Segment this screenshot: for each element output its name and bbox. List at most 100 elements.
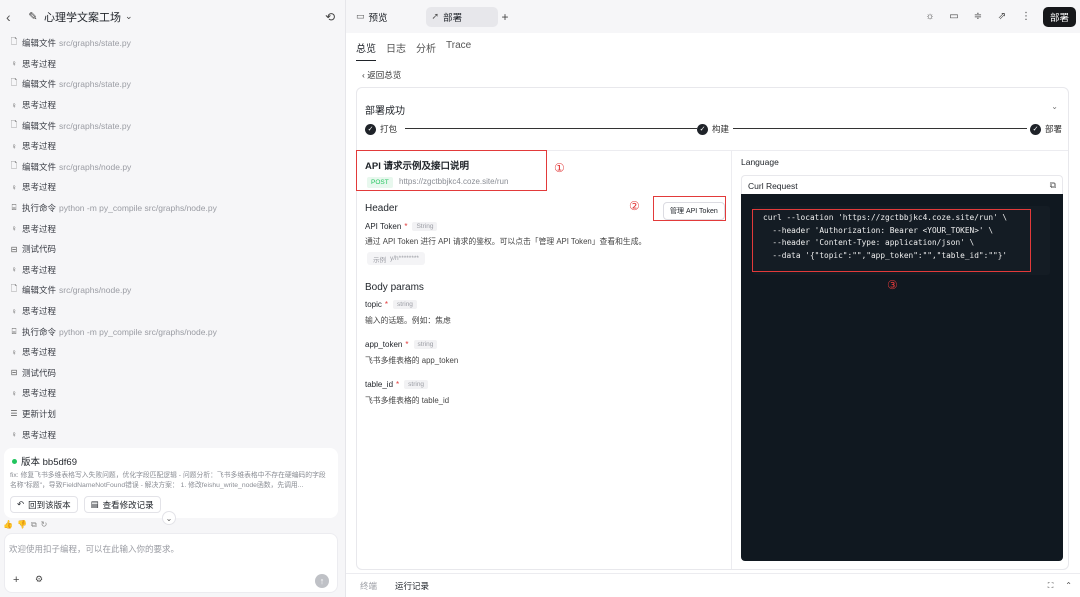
bulb-icon: ♀ [11,141,17,151]
step-path: src/graphs/node.py [59,285,132,296]
param-topic: topic * string [365,300,417,309]
chevron-left-icon[interactable]: ‹ [6,9,20,25]
step-path: python -m py_compile src/graphs/node.py [59,203,217,214]
sliders-icon[interactable]: ≑ [971,11,985,22]
settings-icon[interactable]: ⚙ [35,574,43,585]
tab-trace[interactable]: Trace [446,40,471,61]
step-item[interactable]: ♀ 思考过程 [0,383,346,404]
collapse-icon[interactable]: ⌄ [1051,102,1058,111]
step-item[interactable]: ♀ 思考过程 [0,54,346,75]
tab-terminal[interactable]: 终端 [360,580,377,592]
file-icon: 🗋 [10,37,18,47]
chat-input[interactable]: 欢迎使用扣子编程，可以在此输入你的要求。 + ⚙ ↑ [4,533,338,593]
code-block: curl --location 'https://zgctbbjkc4.coze… [741,194,1063,561]
header-section-title: Header [365,203,398,214]
copy-icon[interactable]: ⧉ [31,520,37,530]
step-label: 测试代码 [22,367,57,378]
step-item[interactable]: ♀ 思考过程 [0,218,346,239]
more-icon[interactable]: ⋮ [1019,11,1033,22]
step-item[interactable]: ♀ 思考过程 [0,95,346,116]
version-title: 版本 bb5df69 [21,457,77,468]
step-label: 编辑文件 [22,120,57,131]
add-icon[interactable]: + [13,574,19,586]
folder-icon[interactable]: ▭ [947,11,961,22]
thumbs-up-icon[interactable]: 👍 [3,520,13,530]
step-item[interactable]: 🗋 编辑文件 src/graphs/node.py [0,157,346,178]
step-item[interactable]: ♀ 思考过程 [0,260,346,281]
step-label: 思考过程 [22,182,57,193]
bulb-icon: ♀ [11,388,17,398]
back-to-overview-link[interactable]: ‹ 返回总览 [362,69,401,81]
step-item[interactable]: ♀ 思考过程 [0,342,346,363]
param-type: string [404,380,429,389]
add-tab-icon[interactable]: + [502,10,509,24]
bulb-icon: ♀ [11,306,17,316]
step-item[interactable]: ⊟ 测试代码 [0,239,346,260]
tab-preview[interactable]: ▭ 预览 [350,7,394,27]
tab-run-records[interactable]: 运行记录 [395,580,429,592]
annotation-box-2 [653,196,726,221]
thumbs-down-icon[interactable]: 👎 [17,520,27,530]
step-item[interactable]: 🗋 编辑文件 src/graphs/state.py [0,33,346,54]
step-item[interactable]: 🗋 编辑文件 src/graphs/state.py [0,74,346,95]
rocket-icon: ➚ [431,11,440,21]
scroll-down-button[interactable]: ⌄ [162,511,176,525]
step-label: 编辑文件 [22,79,57,90]
step-item[interactable]: 🗋 编辑文件 src/graphs/state.py [0,115,346,136]
step-label: 思考过程 [22,100,57,111]
step-item[interactable]: ♀ 思考过程 [0,424,346,445]
file-icon: 🗋 [10,119,18,129]
deploy-progress: ✓ 打包 ✓ 构建 ✓ 部署 [365,123,1068,135]
annotation-box-1 [356,150,547,191]
tab-analysis[interactable]: 分析 [416,40,436,61]
tab-logs[interactable]: 日志 [386,40,406,61]
view-changes-button[interactable]: ▤ 查看修改记录 [83,496,161,513]
terminal-icon: ⌸ [11,326,17,336]
terminal-icon: ⌸ [11,203,17,213]
project-logo-icon: ✎ [28,11,38,23]
stage-deploy: ✓ 部署 [1030,123,1063,135]
param-table-id: table_id * string [365,380,429,389]
param-description: 飞书多维表格的 table_id [365,396,450,405]
body-section-title: Body params [365,282,424,293]
send-icon[interactable]: ↑ [315,574,329,588]
progress-line [733,128,1027,129]
bulb-icon: ♀ [11,59,17,69]
restore-version-button[interactable]: ↶ 回到该版本 [10,496,78,513]
step-item[interactable]: 🗋 编辑文件 src/graphs/node.py [0,280,346,301]
annotation-box-3 [752,209,1031,272]
language-select[interactable]: Curl Request ⧉ [741,175,1063,195]
test-icon: ⊟ [10,244,18,254]
retry-icon[interactable]: ↻ [41,520,48,530]
check-icon: ✓ [365,123,376,135]
step-item[interactable]: ⌸ 执行命令 python -m py_compile src/graphs/nod… [0,198,346,219]
project-title[interactable]: 心理学文案工场 [44,9,121,25]
step-path: src/graphs/state.py [59,79,131,90]
step-item[interactable]: ⌸ 执行命令 python -m py_compile src/graphs/nod… [0,321,346,342]
step-item[interactable]: ♀ 思考过程 [0,136,346,157]
token-example: 示例 y/h******** [367,252,425,265]
param-description: 通过 API Token 进行 API 请求的鉴权。可以点击「管理 API To… [365,237,647,246]
chevron-down-icon[interactable]: ⌄ [125,11,133,22]
history-icon[interactable]: ⟲ [325,10,335,24]
status-dot [12,458,17,464]
param-description: 输入的话题。例如：焦虑 [365,316,451,325]
sun-icon[interactable]: ☼ [923,11,937,22]
step-path: python -m py_compile src/graphs/node.py [59,326,217,337]
deploy-detail-panel: 部署成功 ⌄ ✓ 打包 ✓ 构建 ✓ 部署 API 请求示例及接口说明 POST ht… [356,87,1069,570]
annotation-marker-1: ① [554,161,565,175]
external-link-icon[interactable]: ⇗ [995,11,1009,22]
tab-overview[interactable]: 总览 [356,40,376,61]
step-item[interactable]: ☰ 更新计划 [0,404,346,425]
copy-icon[interactable]: ⧉ [1050,180,1056,191]
expand-icon[interactable]: ⛶ [1048,581,1054,591]
step-item[interactable]: ⊟ 测试代码 [0,363,346,384]
param-description: 飞书多维表格的 app_token [365,356,459,365]
bulb-icon: ♀ [11,430,17,440]
chevron-up-icon[interactable]: ⌃ [1065,581,1072,591]
deploy-button[interactable]: 部署 [1042,6,1076,27]
tab-deploy[interactable]: ➚ 部署 [425,6,498,27]
step-item[interactable]: ♀ 思考过程 [0,177,346,198]
step-item[interactable]: ♀ 思考过程 [0,301,346,322]
chat-sidebar: ‹ ✎ 心理学文案工场 ⌄ ⟲ 🗋 编辑文件 src/graphs/state.py… [0,0,346,597]
